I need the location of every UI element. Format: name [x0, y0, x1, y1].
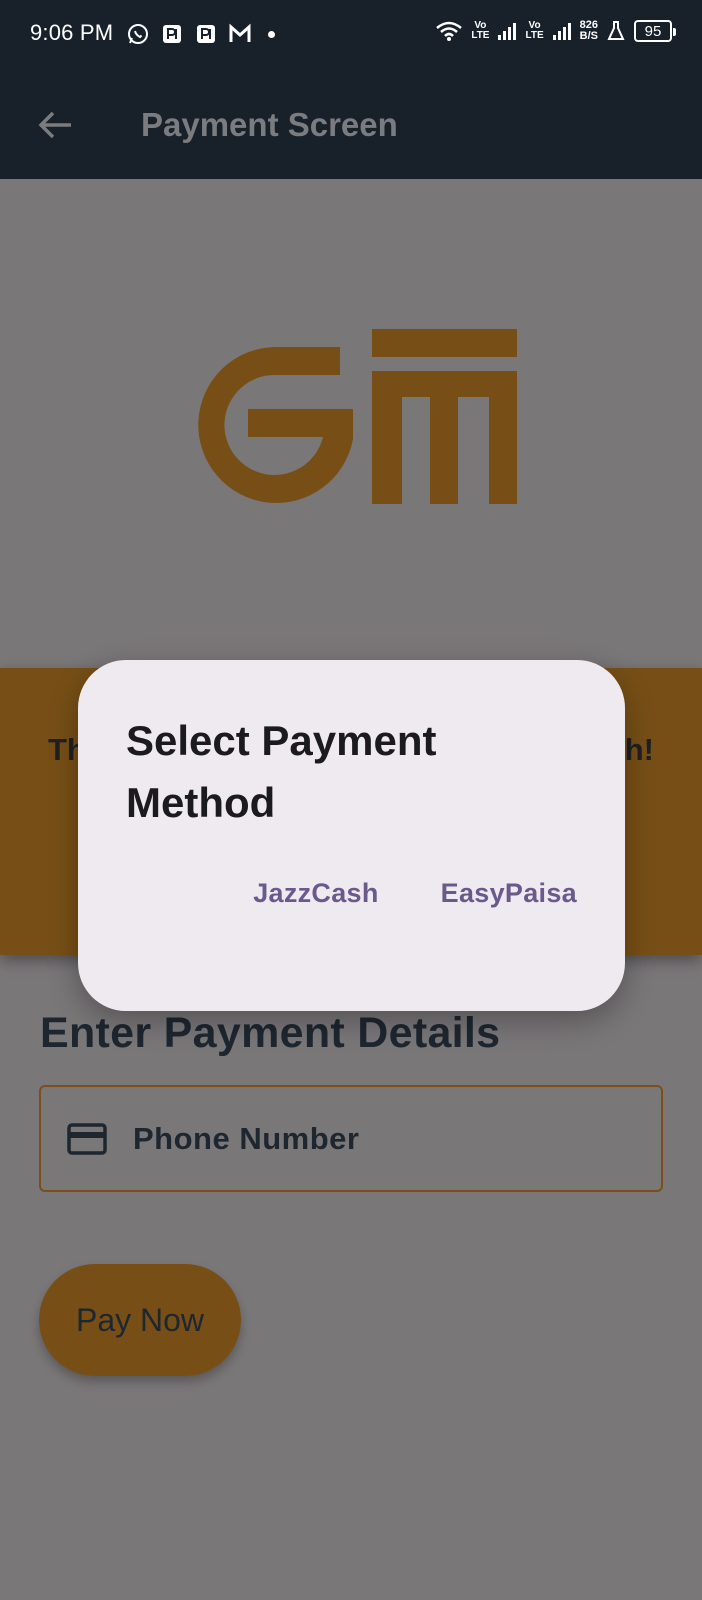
volte-indicator: Vo LTE [525, 20, 544, 41]
paypak-icon [163, 25, 181, 43]
app-bar: Payment Screen [0, 72, 702, 179]
battery-indicator: 95 [634, 20, 676, 42]
volte-indicator: Vo LTE [471, 20, 490, 41]
payment-method-dialog: Select Payment Method JazzCash EasyPaisa [78, 660, 625, 1011]
jazzcash-button[interactable]: JazzCash [253, 878, 378, 909]
status-bar: 9:06 PM Vo LTE Vo LTE 826 B/S 95 [0, 0, 702, 72]
wifi-icon [436, 21, 463, 41]
phone-number-label: Phone Number [133, 1120, 360, 1156]
system-icons: Vo LTE Vo LTE 826 B/S 95 [435, 19, 676, 42]
gmail-icon [229, 23, 251, 42]
credit-card-icon [67, 1122, 107, 1155]
flask-icon [607, 21, 625, 40]
arrow-left-icon [38, 111, 71, 139]
signal-icon [552, 23, 571, 40]
whatsapp-icon [128, 24, 148, 44]
payment-details-heading: Enter Payment Details [40, 1009, 501, 1057]
dialog-actions: JazzCash EasyPaisa [253, 878, 577, 909]
dialog-title: Select Payment Method [126, 717, 437, 826]
notification-dot [268, 30, 275, 38]
notification-icons [126, 22, 275, 46]
net-speed: 826 B/S [579, 19, 598, 42]
back-button[interactable] [30, 100, 80, 150]
status-time: 9:06 PM [30, 20, 114, 45]
pay-now-button[interactable]: Pay Now [39, 1264, 241, 1376]
easypaisa-button[interactable]: EasyPaisa [441, 878, 577, 909]
phone-number-field[interactable]: Phone Number [39, 1085, 663, 1192]
signal-icon [498, 23, 517, 40]
page-title: Payment Screen [141, 106, 398, 143]
paypak-icon [197, 25, 215, 43]
gm-logo [198, 329, 517, 504]
